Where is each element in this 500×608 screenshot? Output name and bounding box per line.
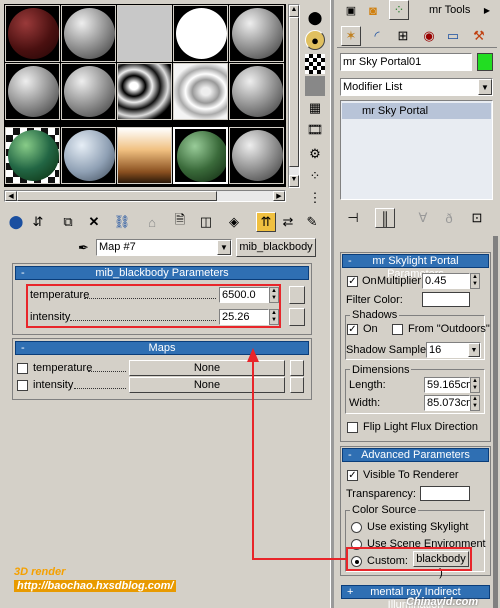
watermark-3d-render: 3D render [14, 566, 66, 578]
annotation-arrow [247, 348, 346, 560]
arrow-line [252, 360, 346, 560]
watermark-url: http://baochao.hxsdblog.com/ [14, 580, 177, 592]
watermark-site: Chinavid.com [406, 596, 479, 608]
arrow-head [247, 348, 259, 362]
